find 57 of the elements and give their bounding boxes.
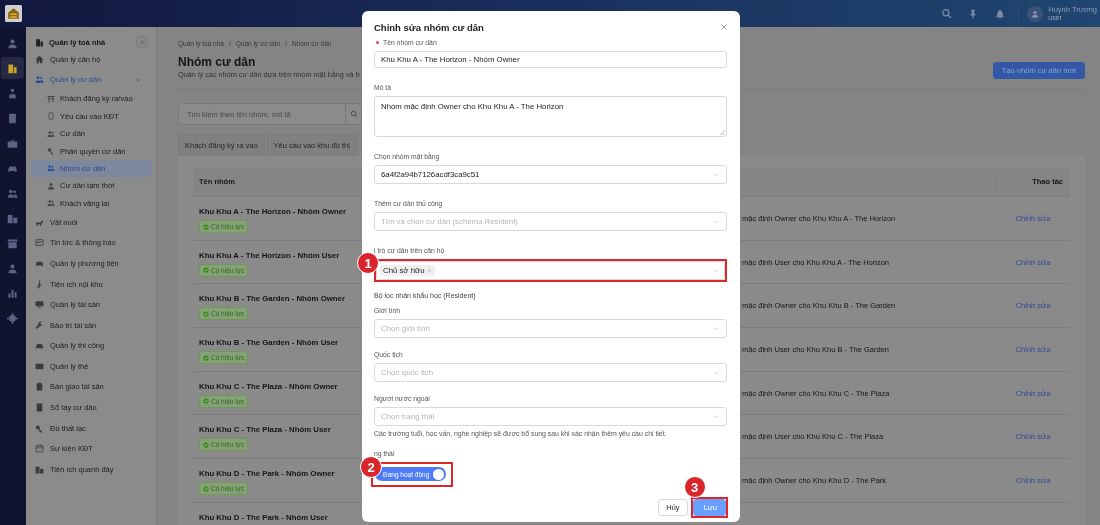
walking-person-icon	[35, 279, 44, 289]
chevron-down-icon	[713, 218, 720, 225]
building-icon	[7, 62, 18, 74]
monitor-icon	[35, 300, 44, 310]
person-icon	[7, 262, 18, 274]
chevron-down-icon	[713, 369, 720, 376]
check-circle-icon	[203, 398, 209, 405]
rail-nav-item[interactable]	[1, 57, 24, 79]
double-chevron-left-icon	[138, 38, 146, 46]
buildings-icon	[35, 464, 44, 474]
person-icon	[1031, 9, 1040, 18]
check-circle-icon	[203, 310, 209, 317]
people-icon	[35, 75, 44, 85]
home-icon	[35, 54, 44, 64]
chevron-down-icon	[712, 267, 719, 274]
close-icon	[720, 23, 728, 31]
calendar-icon	[35, 444, 44, 454]
search-button[interactable]	[346, 103, 362, 125]
key-icon	[35, 423, 44, 433]
check-circle-icon	[203, 223, 209, 230]
building-icon	[35, 37, 44, 47]
bell-icon	[995, 8, 1006, 19]
check-circle-icon	[203, 485, 209, 492]
people-icon	[7, 187, 18, 199]
people-icon	[47, 129, 55, 138]
search-icon	[349, 110, 358, 118]
person-icon	[7, 87, 18, 99]
check-circle-icon	[203, 267, 209, 274]
wrench-icon	[35, 320, 44, 330]
close-icon	[426, 268, 432, 273]
newspaper-icon	[35, 238, 44, 248]
buildings-icon	[7, 212, 18, 224]
briefcase-icon	[7, 137, 18, 149]
pin-icon	[968, 8, 979, 19]
page-title: Nhóm cư dân	[178, 55, 257, 70]
card-icon	[35, 361, 44, 371]
check-circle-icon	[203, 354, 209, 361]
person-icon	[7, 37, 18, 49]
chevron-down-icon	[713, 171, 720, 178]
people-icon	[47, 164, 55, 173]
dialog-title: Chỉnh sửa nhóm cư dân	[374, 21, 484, 33]
people-icon	[47, 199, 55, 208]
chevron-down-icon	[713, 413, 720, 420]
bar-chart-icon	[7, 287, 18, 299]
chevron-down-icon	[135, 76, 142, 84]
search-icon	[940, 8, 952, 19]
helmet-icon	[35, 341, 44, 351]
avatar[interactable]	[1027, 5, 1044, 22]
check-circle-icon	[203, 441, 209, 448]
chevron-down-icon	[713, 325, 720, 332]
key-icon	[47, 147, 55, 156]
store-icon	[7, 237, 18, 249]
resize-grip-icon	[720, 130, 725, 135]
person-icon	[47, 181, 55, 190]
building-logo-icon	[5, 5, 22, 22]
step-number-badge: 3	[683, 476, 706, 498]
gate-icon	[47, 94, 55, 103]
